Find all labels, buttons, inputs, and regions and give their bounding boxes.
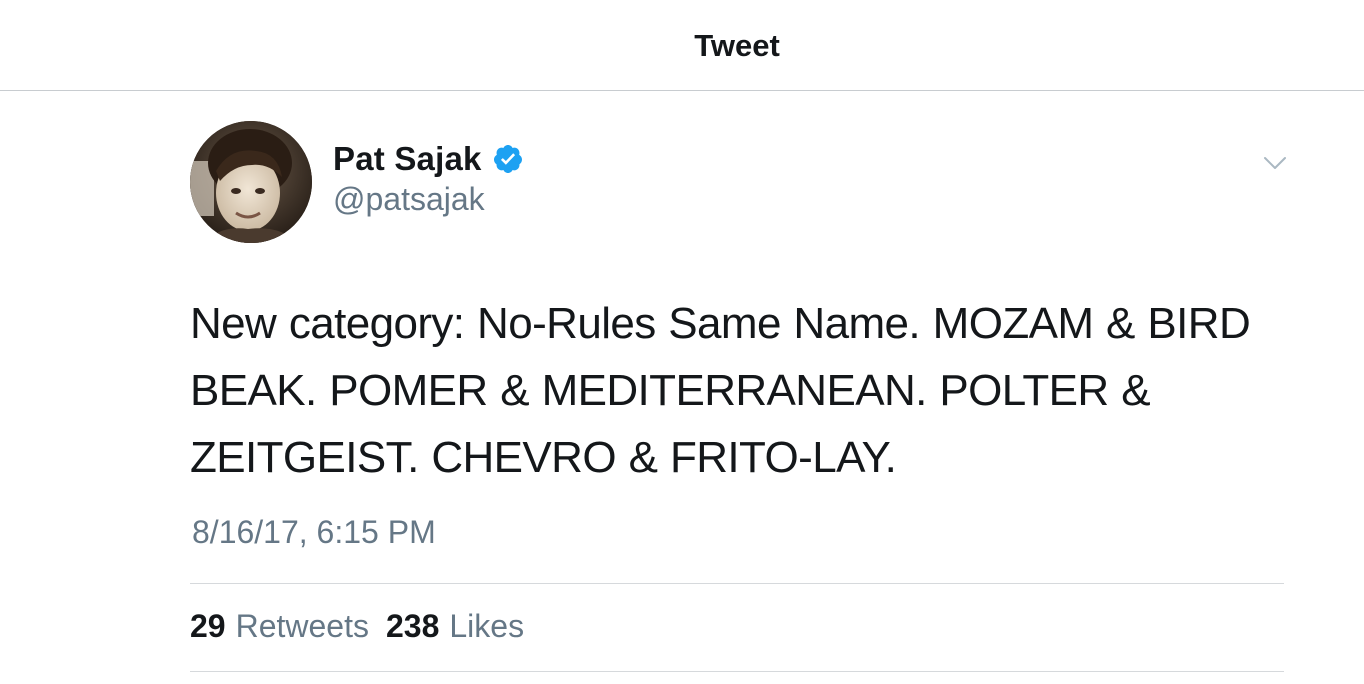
divider (190, 671, 1284, 672)
retweets-stat[interactable]: 29 Retweets (190, 608, 369, 645)
author-name-row[interactable]: Pat Sajak (333, 139, 524, 179)
tweet-timestamp[interactable]: 8/16/17, 6:15 PM (192, 514, 436, 551)
chevron-down-icon[interactable] (1262, 150, 1288, 176)
profile-photo-icon (190, 121, 312, 243)
verified-badge-icon (492, 143, 524, 175)
author-handle[interactable]: @patsajak (333, 181, 485, 218)
likes-count: 238 (385, 608, 440, 644)
top-bar: Tweet (0, 0, 1364, 91)
author-name[interactable]: Pat Sajak (333, 140, 482, 178)
retweets-label: Retweets (235, 608, 369, 644)
tweet-text: New category: No-Rules Same Name. MOZAM … (190, 299, 1251, 482)
tweet-stats: 29 Retweets 238 Likes (190, 608, 524, 645)
page-title: Tweet (694, 28, 780, 63)
likes-label: Likes (449, 608, 525, 644)
retweets-count: 29 (190, 608, 226, 644)
avatar[interactable] (190, 121, 312, 243)
divider (190, 583, 1284, 584)
likes-stat[interactable]: 238 Likes (386, 608, 524, 645)
